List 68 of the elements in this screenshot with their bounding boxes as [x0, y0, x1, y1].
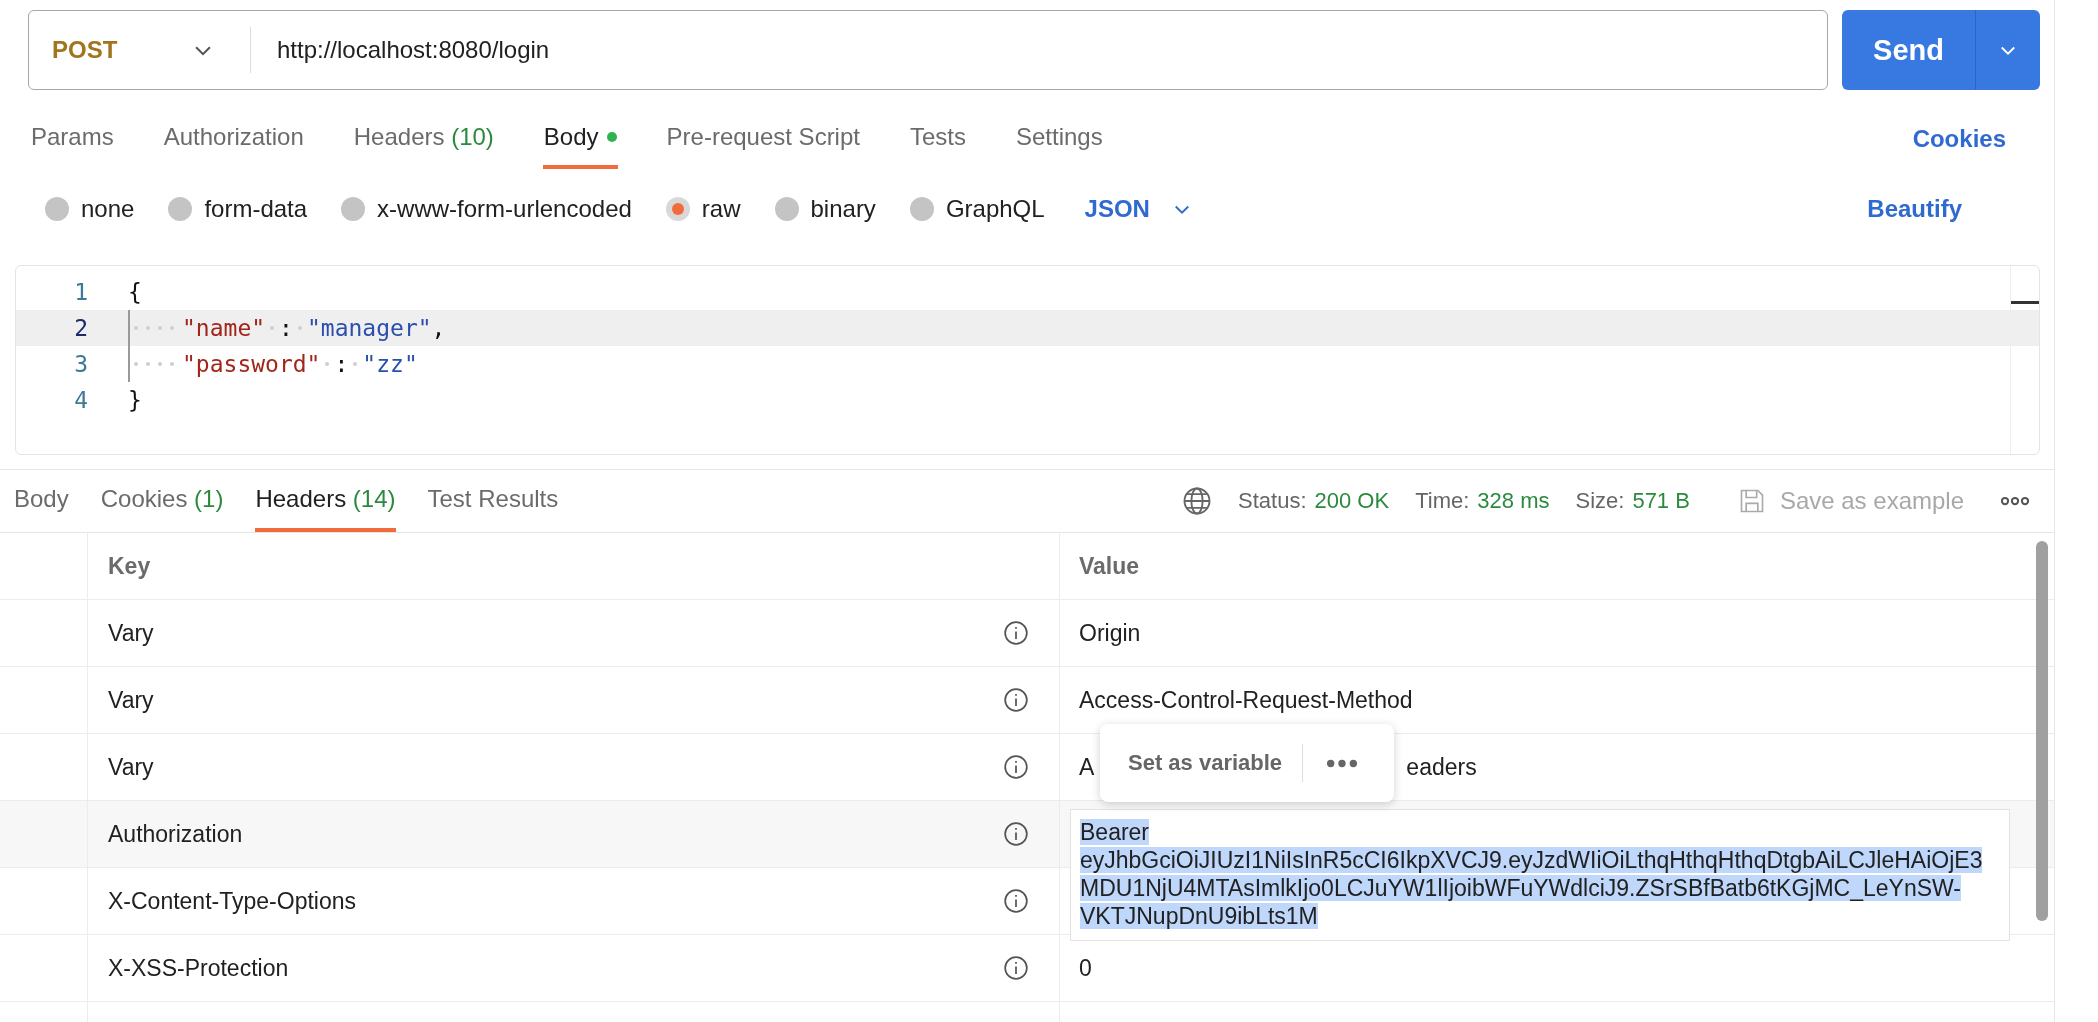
meta-value: 328 ms [1477, 488, 1550, 514]
header-key: Authorization [108, 820, 243, 848]
request-tab[interactable]: Tests [908, 109, 967, 169]
format-dropdown[interactable]: JSON [1078, 194, 1198, 224]
method-dropdown[interactable]: POST [29, 27, 251, 73]
header-key: Vary [108, 686, 154, 714]
body-type-radio[interactable]: binary [774, 195, 876, 223]
info-icon[interactable] [1003, 821, 1029, 847]
header-value: Access-Control-Request-Method [1079, 686, 1413, 714]
cookies-link[interactable]: Cookies [1912, 109, 2006, 169]
send-button[interactable]: Send [1842, 10, 1976, 90]
globe-icon[interactable] [1182, 486, 1213, 516]
response-tab[interactable]: Cookies (1) [100, 470, 224, 532]
column-header: Value [1079, 552, 1140, 580]
header-key: X-Content-Type-Options [108, 887, 356, 915]
info-icon[interactable] [1003, 687, 1029, 713]
code-token: "password" [182, 351, 321, 377]
info-icon[interactable] [1003, 955, 1029, 981]
header-key: X-XSS-Protection [108, 954, 289, 982]
request-tab[interactable]: Headers (10) [352, 109, 495, 169]
meta-label: Time: [1415, 488, 1470, 514]
code-token: "zz" [362, 351, 418, 377]
line-number: 2 [73, 315, 89, 341]
body-type-radio[interactable]: form-data [168, 195, 308, 223]
line-number: 1 [73, 279, 89, 305]
header-value: A [1079, 753, 1095, 781]
scrollbar[interactable] [2036, 541, 2048, 921]
body-type-radio[interactable]: raw [665, 195, 741, 223]
more-icon[interactable] [2000, 496, 2030, 506]
column-header: Key [108, 552, 151, 580]
response-tab[interactable]: Headers (14) [255, 470, 396, 532]
body-type-radio[interactable]: GraphQL [909, 195, 1045, 223]
header-value: eaders [1406, 753, 1477, 781]
request-tab[interactable]: Params [30, 109, 115, 169]
code-token: { [128, 279, 142, 305]
line-number: 4 [73, 387, 89, 413]
header-key: Vary [108, 619, 154, 647]
header-key: Vary [108, 753, 154, 781]
info-icon[interactable] [1003, 888, 1029, 914]
header-value: 0 [1079, 954, 1092, 982]
code-editor[interactable]: 1 { 2 "name" : "manager", 3 "password" : "zz" 4 } [15, 265, 2040, 455]
code-token: } [128, 387, 142, 413]
body-type-radio[interactable]: x-www-form-urlencoded [341, 195, 632, 223]
body-type-radio[interactable]: none [45, 195, 135, 223]
more-icon[interactable] [1325, 758, 1360, 768]
code-token: "name" [182, 315, 266, 341]
response-tab[interactable]: Body [14, 470, 69, 532]
line-number: 3 [73, 351, 89, 377]
meta-value: 200 OK [1314, 488, 1390, 514]
request-tab[interactable]: Settings [1015, 109, 1104, 169]
header-value: Origin [1079, 619, 1141, 647]
info-icon[interactable] [1003, 620, 1029, 646]
code-token: , [431, 315, 446, 341]
info-icon[interactable] [1003, 754, 1029, 780]
set-as-variable-button[interactable]: Set as variable [1128, 744, 1304, 782]
header-value-editor[interactable]: Bearer eyJhbGciOiJIUzI1NiIsInR5cCI6IkpXVCJ9.eyJzdWIiOiLthqHthqHthqDtgbAiLCJleHAiOjE3MDU1NjU4MTAsImlkIjo0LCJuYW1lIjoibWFuYWdlciJ9.ZSrSBfBatb6tKGjMC_LeYnSW-VKTJNupDnU9ibLts1M [1070, 809, 2010, 941]
beautify-link[interactable]: Beautify [1867, 195, 1962, 223]
code-token: "manager" [306, 315, 432, 341]
meta-label: Status: [1238, 488, 1307, 514]
request-tab[interactable]: Pre-request Script [665, 109, 861, 169]
url-field[interactable]: POST http://localhost:8080/login [28, 10, 1828, 90]
meta-value: 571 B [1632, 488, 1690, 514]
code-token: : [334, 351, 349, 377]
code-token: : [279, 315, 293, 341]
request-tab[interactable]: Authorization [162, 109, 305, 169]
response-tab[interactable]: Test Results [427, 470, 559, 532]
meta-label: Size: [1575, 488, 1625, 514]
request-tab[interactable]: Body [542, 109, 618, 169]
